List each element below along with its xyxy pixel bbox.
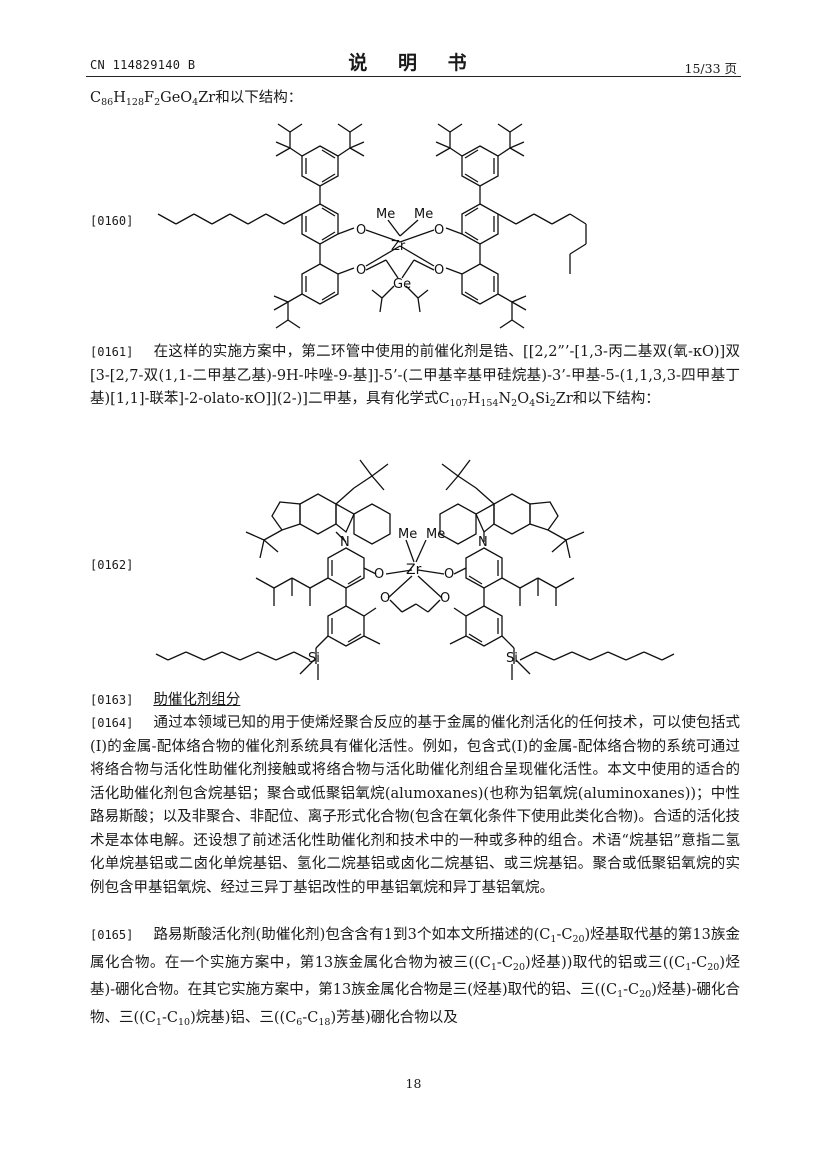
page-info: 15/33 页	[684, 61, 738, 76]
silicon-label: Si	[506, 651, 518, 666]
nitrogen-label: N	[340, 535, 350, 550]
figure-zr-ge-complex: Me Me Zr Ge O O O O	[150, 108, 590, 336]
paragraph-text: 在这样的实施方案中，第二环管中使用的前催化剂是锆、[[2,2”’-[1,3-丙二…	[90, 344, 740, 409]
paragraph-text: 路易斯酸活化剂(助催化剂)包含含有1到3个如本文所描述的(C1-C20)烃基取代…	[90, 927, 741, 1028]
right-upper-ring	[435, 123, 525, 204]
methyl-label: Me	[398, 527, 417, 542]
oxygen-label: O	[434, 223, 444, 238]
left-silyl-ring	[155, 605, 381, 680]
header-rule	[86, 76, 741, 77]
oxygen-label: O	[356, 263, 366, 278]
oxygen-label: O	[434, 263, 444, 278]
right-middle-ring	[445, 203, 587, 274]
paragraph-number: [0165]	[90, 928, 134, 942]
nitrogen-label: N	[478, 535, 488, 550]
page-number: 18	[405, 1076, 422, 1091]
zirconium-label: Zr	[406, 562, 422, 578]
page-header: CN 114829140 B 说 明 书 15/33 页	[0, 0, 827, 80]
zirconium-label: Zr	[391, 239, 406, 254]
oxygen-label: O	[380, 591, 390, 606]
left-middle-ring	[157, 203, 355, 264]
left-upper-ring	[275, 123, 365, 204]
paragraph-0163: [0163] 助催化剂组分	[90, 689, 740, 713]
paragraph-0164: [0164] 通过本领域已知的用于使烯烃聚合反应的基于金属的催化剂活化的任何技术，…	[90, 712, 740, 900]
paragraph-number: [0163]	[90, 693, 134, 707]
left-lower-ring	[273, 263, 355, 329]
right-silyl-ring	[449, 605, 675, 680]
right-phenol-ring	[453, 547, 575, 606]
right-carbazole	[439, 459, 585, 559]
oxygen-label: O	[356, 223, 366, 238]
paragraph-number: [0164]	[90, 716, 134, 730]
oxygen-label: O	[444, 567, 454, 582]
paragraph-text: 通过本领域已知的用于使烯烃聚合反应的基于金属的催化剂活化的任何技术，可以使包括式…	[90, 715, 740, 896]
formula-intro: C86H128F2GeO4Zr和以下结构：	[90, 90, 303, 108]
section-heading: 助催化剂组分	[153, 692, 241, 708]
silicon-label: Si	[308, 651, 320, 666]
figure-zr-carbazole-complex: Me Me Zr N N O O O O Si Si	[150, 448, 680, 688]
paragraph-number-0160: [0160]	[90, 214, 134, 228]
paragraph-0165: [0165] 路易斯酸活化剂(助催化剂)包含含有1到3个如本文所描述的(C1-C2…	[90, 924, 740, 1034]
oxygen-label: O	[374, 567, 384, 582]
left-phenol-ring	[255, 547, 377, 606]
paragraph-number: [0161]	[90, 345, 134, 359]
methyl-label: Me	[414, 207, 433, 222]
paragraph-number-0162: [0162]	[90, 558, 134, 572]
left-carbazole	[245, 459, 391, 559]
germanium-label: Ge	[393, 277, 411, 292]
right-lower-ring	[445, 263, 527, 329]
methyl-label: Me	[426, 527, 445, 542]
paragraph-0161: [0161] 在这样的实施方案中，第二环管中使用的前催化剂是锆、[[2,2”’-[…	[90, 341, 740, 416]
oxygen-label: O	[440, 591, 450, 606]
methyl-label: Me	[376, 207, 395, 222]
